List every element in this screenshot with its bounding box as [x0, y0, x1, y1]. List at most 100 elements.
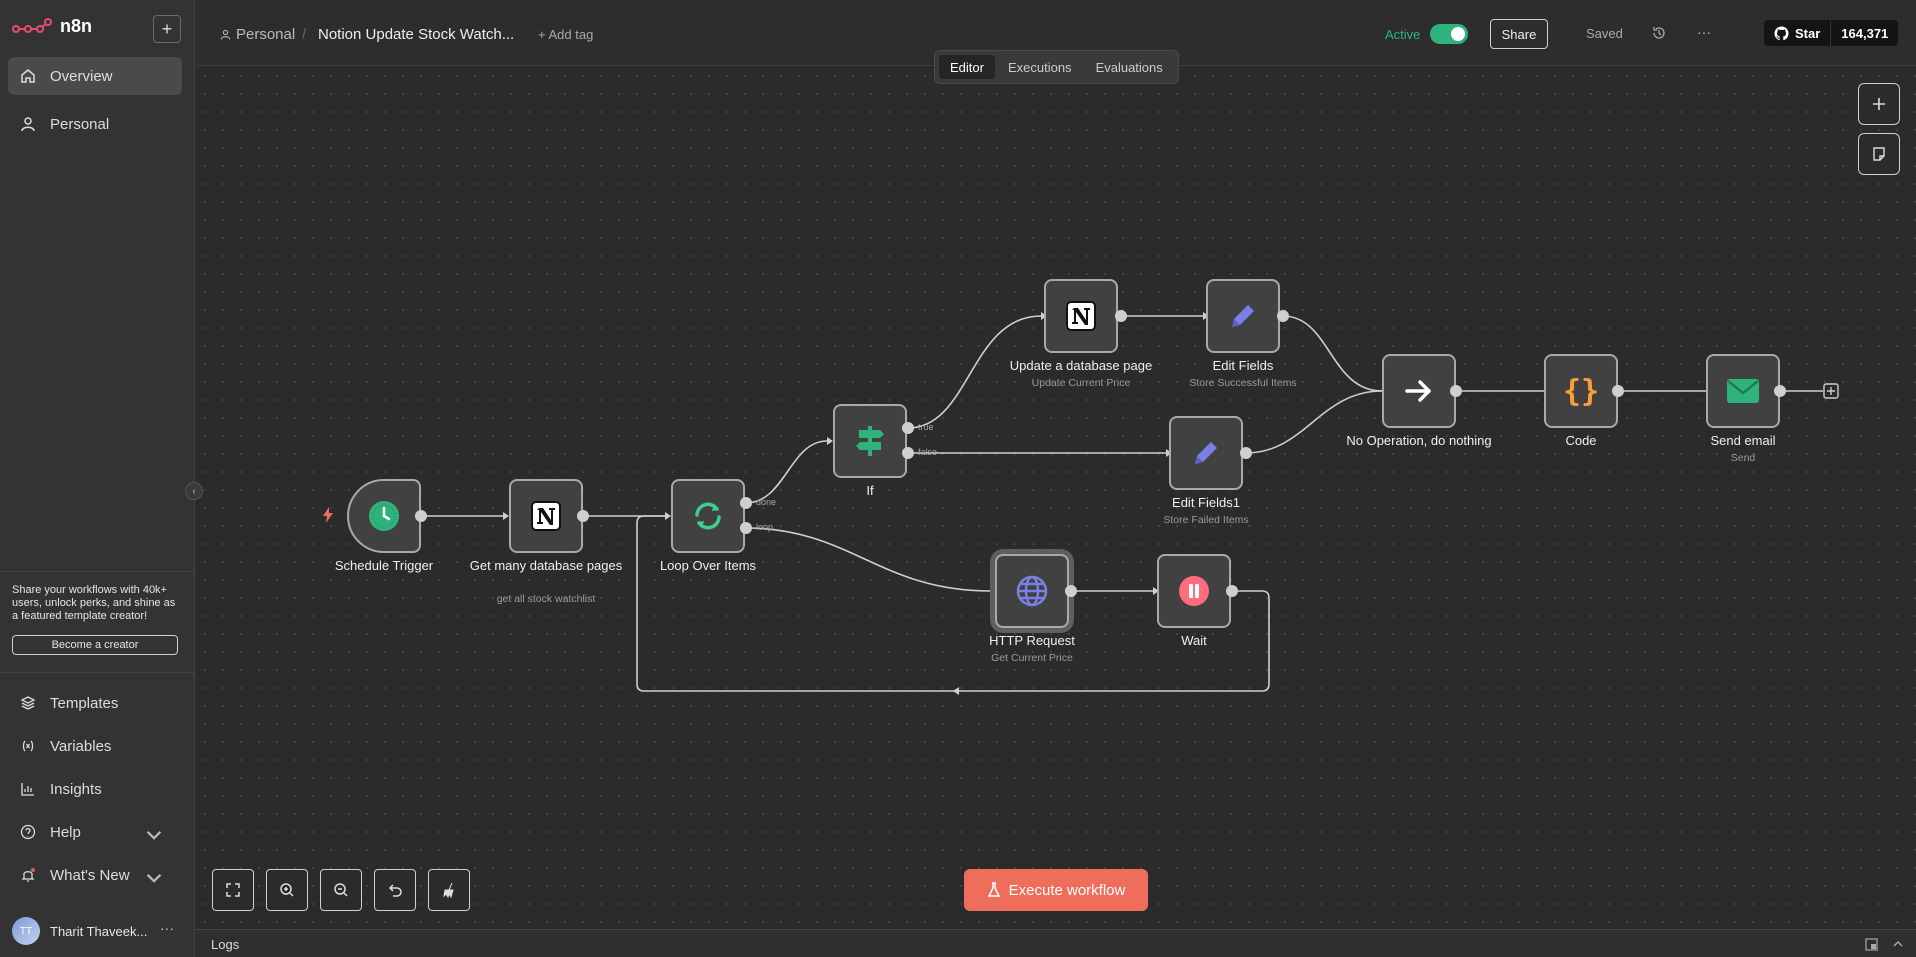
tab-executions[interactable]: Executions — [997, 55, 1083, 79]
output-handle[interactable] — [1277, 310, 1289, 322]
sidebar-item-label: Insights — [50, 780, 102, 798]
signpost-icon — [856, 426, 884, 456]
sidebar-item-label: Overview — [50, 67, 113, 85]
more-icon[interactable]: ··· — [160, 920, 174, 936]
output-handle[interactable] — [577, 510, 589, 522]
execute-label: Execute workflow — [1008, 881, 1126, 899]
output-handle[interactable] — [415, 510, 427, 522]
node-subtitle: Store Successful Items — [1189, 377, 1297, 389]
sidebar-item-help[interactable]: Help — [8, 813, 182, 851]
more-options-icon[interactable]: ··· — [1697, 24, 1711, 40]
user-icon — [21, 117, 35, 132]
output-handle[interactable] — [1115, 310, 1127, 322]
node-label: Code — [1565, 433, 1597, 448]
tab-evaluations[interactable]: Evaluations — [1085, 55, 1174, 79]
sidebar-item-insights[interactable]: Insights — [8, 770, 182, 808]
output-handle[interactable] — [1240, 447, 1252, 459]
node-if[interactable] — [833, 404, 907, 478]
node-label: HTTP Request — [989, 633, 1075, 648]
port-label-loop: loop — [756, 522, 774, 532]
collapse-sidebar-button[interactable]: ‹ — [185, 482, 203, 500]
envelope-icon — [1727, 379, 1759, 403]
broom-icon — [443, 882, 454, 899]
sidebar-item-overview[interactable]: Overview — [8, 57, 182, 95]
loop-output-handle[interactable] — [740, 522, 752, 534]
new-button[interactable]: + — [153, 15, 181, 43]
node-label: Loop Over Items — [659, 558, 757, 573]
workflow-title[interactable]: Notion Update Stock Watch... — [318, 26, 514, 43]
zoom-out-icon — [334, 883, 348, 897]
node-get-many-database-pages[interactable] — [509, 479, 583, 553]
node-label: No Operation, do nothing — [1346, 433, 1492, 448]
pop-out-icon[interactable] — [1865, 938, 1878, 951]
true-output-handle[interactable] — [902, 422, 914, 434]
flask-icon — [987, 882, 1000, 897]
node-wait[interactable] — [1157, 554, 1231, 628]
node-subtitle: Get Current Price — [991, 652, 1073, 664]
output-handle[interactable] — [1774, 385, 1786, 397]
node-edit-fields[interactable] — [1206, 279, 1280, 353]
variables-icon — [22, 740, 34, 752]
tidy-up-button[interactable] — [428, 869, 470, 911]
add-tag-button[interactable]: + Add tag — [538, 27, 593, 42]
node-label: Send email — [1710, 433, 1776, 448]
node-loop-over-items[interactable] — [671, 479, 745, 553]
globe-icon — [1016, 575, 1048, 607]
add-node-button[interactable] — [1858, 83, 1900, 125]
done-output-handle[interactable] — [740, 497, 752, 509]
bell-icon — [21, 868, 35, 882]
sidebar-item-whats-new[interactable]: What's New — [8, 856, 182, 894]
node-http-request[interactable] — [995, 554, 1069, 628]
node-code[interactable]: {} — [1544, 354, 1618, 428]
github-star-count: 164,371 — [1831, 20, 1899, 46]
fullscreen-icon — [226, 883, 240, 897]
reset-zoom-button[interactable] — [374, 869, 416, 911]
node-no-operation[interactable] — [1382, 354, 1456, 428]
workflow-canvas[interactable] — [196, 67, 1916, 927]
become-creator-button[interactable]: Become a creator — [12, 635, 178, 655]
saved-status: Saved — [1586, 26, 1623, 41]
zoom-in-button[interactable] — [266, 869, 308, 911]
execute-workflow-button[interactable]: Execute workflow — [964, 869, 1148, 911]
output-handle[interactable] — [1450, 385, 1462, 397]
arrow-right-icon — [1405, 380, 1431, 402]
user-menu[interactable]: TT Tharit Thaveek... — [12, 917, 147, 945]
output-handle[interactable] — [1065, 585, 1077, 597]
chevron-up-icon[interactable] — [1892, 938, 1904, 950]
node-subtitle: Update Current Price — [1031, 377, 1131, 389]
share-button[interactable]: Share — [1490, 19, 1548, 49]
sticky-note-icon — [1873, 147, 1885, 161]
sidebar-item-label: Help — [50, 823, 81, 841]
output-handle[interactable] — [1612, 385, 1624, 397]
fit-view-button[interactable] — [212, 869, 254, 911]
sidebar-item-templates[interactable]: Templates — [8, 684, 182, 722]
zoom-out-button[interactable] — [320, 869, 362, 911]
output-handle[interactable] — [1226, 585, 1238, 597]
history-icon[interactable] — [1651, 25, 1667, 41]
home-icon — [21, 69, 35, 83]
logo[interactable]: n8n — [12, 16, 92, 37]
node-edit-fields1[interactable] — [1169, 416, 1243, 490]
node-send-email[interactable] — [1706, 354, 1780, 428]
node-label: Wait — [1181, 633, 1207, 648]
node-label: Schedule Trigger — [334, 558, 434, 573]
github-star-button[interactable]: Star 164,371 — [1764, 20, 1899, 46]
node-schedule-trigger[interactable] — [347, 479, 421, 553]
node-update-database-page[interactable] — [1044, 279, 1118, 353]
logs-panel[interactable]: Logs — [196, 929, 1916, 957]
active-label: Active — [1385, 27, 1421, 42]
github-star-label: Star — [1795, 25, 1821, 41]
sidebar-item-variables[interactable]: Variables — [8, 727, 182, 765]
node-label: Get many database pages — [469, 558, 623, 573]
clock-icon — [369, 501, 399, 531]
trigger-bolt-icon — [323, 507, 333, 523]
active-toggle[interactable] — [1430, 24, 1468, 44]
add-sticky-note-button[interactable] — [1858, 133, 1900, 175]
insights-icon — [21, 783, 34, 796]
breadcrumb-owner[interactable]: Personal — [220, 26, 295, 43]
node-subtitle: get all stock watchlist — [496, 593, 596, 605]
tab-editor[interactable]: Editor — [939, 55, 995, 79]
avatar: TT — [12, 917, 40, 945]
sidebar-item-personal[interactable]: Personal — [8, 105, 182, 143]
false-output-handle[interactable] — [902, 447, 914, 459]
